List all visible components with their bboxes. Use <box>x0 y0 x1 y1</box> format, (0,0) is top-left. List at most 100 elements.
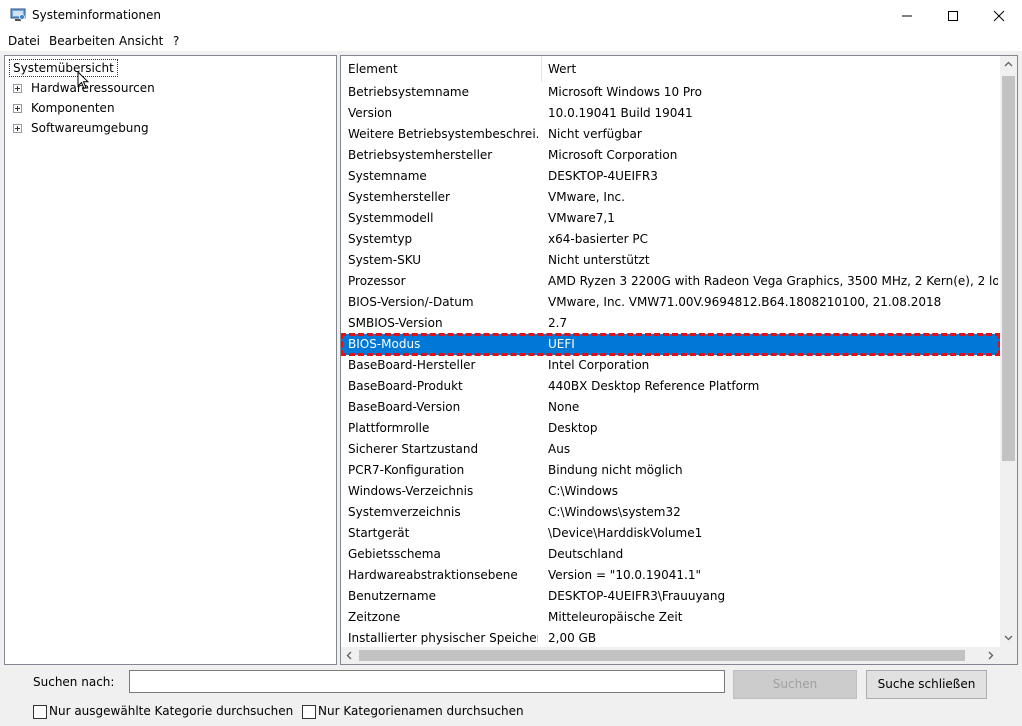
table-row[interactable]: Benutzername DESKTOP-4UEIFR3\Frauuyang <box>341 586 1000 607</box>
row-value: 2.7 <box>548 316 568 330</box>
close-search-button[interactable]: Suche schließen <box>866 670 987 699</box>
menu-bearbeiten[interactable]: Bearbeiten <box>49 34 115 48</box>
row-value: DESKTOP-4UEIFR3 <box>548 169 658 183</box>
row-element: Benutzername <box>348 589 436 603</box>
vertical-scrollbar[interactable] <box>1000 56 1017 647</box>
table-row[interactable]: Prozessor AMD Ryzen 3 2200G with Radeon V… <box>341 271 1000 292</box>
checkbox-label[interactable]: Nur Kategorienamen durchsuchen <box>318 704 524 718</box>
close-icon <box>993 10 1005 22</box>
tree-item-label: Komponenten <box>31 101 115 115</box>
row-value: Nicht verfügbar <box>548 127 642 141</box>
row-element: Betriebsystemname <box>348 85 470 99</box>
table-row[interactable]: Systemtyp x64-basierter PC <box>341 229 1000 250</box>
table-row[interactable]: Plattformrolle Desktop <box>341 418 1000 439</box>
row-element: PCR7-Konfiguration <box>348 463 465 477</box>
row-element: BIOS-Modus <box>348 337 421 351</box>
table-row[interactable]: Hardwareabstraktionsebene Version = "10.0… <box>341 565 1000 586</box>
table-row[interactable]: Sicherer Startzustand Aus <box>341 439 1000 460</box>
row-element: Systemmodell <box>348 211 434 225</box>
search-input[interactable] <box>129 670 725 693</box>
table-row[interactable]: System-SKU Nicht unterstützt <box>341 250 1000 271</box>
table-row[interactable]: Windows-Verzeichnis C:\Windows <box>341 481 1000 502</box>
table-row[interactable]: Version 10.0.19041 Build 19041 <box>341 103 1000 124</box>
table-row[interactable]: BaseBoard-Produkt 440BX Desktop Reference… <box>341 376 1000 397</box>
column-header-element[interactable]: Element <box>348 62 398 76</box>
tree-item-label: Hardwareressourcen <box>31 81 155 95</box>
table-row[interactable]: PCR7-Konfiguration Bindung nicht möglich <box>341 460 1000 481</box>
checkbox-box[interactable] <box>33 705 47 719</box>
scroll-down-icon[interactable] <box>1004 635 1013 641</box>
search-button[interactable]: Suchen <box>733 670 857 699</box>
search-label: Suchen nach: <box>33 675 115 689</box>
row-element: Gebietsschema <box>348 547 441 561</box>
expand-plus-icon[interactable] <box>13 124 22 133</box>
row-value: C:\Windows <box>548 484 619 498</box>
row-element: Zeitzone <box>348 610 401 624</box>
row-element: Plattformrolle <box>348 421 430 435</box>
row-value: None <box>548 400 580 414</box>
checkbox-label[interactable]: Nur ausgewählte Kategorie durchsuchen <box>49 704 293 718</box>
row-element: SMBIOS-Version <box>348 316 443 330</box>
tree-item-systemuebersicht[interactable]: Systemübersicht <box>9 59 118 77</box>
table-row[interactable]: Weitere Betriebsystembeschrei... Nicht ve… <box>341 124 1000 145</box>
table-row[interactable]: Betriebsystemname Microsoft Windows 10 Pr… <box>341 82 1000 103</box>
column-header-value[interactable]: Wert <box>548 62 576 76</box>
expand-plus-icon[interactable] <box>13 84 22 93</box>
row-value: Microsoft Corporation <box>548 148 678 162</box>
checkbox-box[interactable] <box>302 705 316 719</box>
row-element: Hardwareabstraktionsebene <box>348 568 518 582</box>
title-bar: Systeminformationen <box>0 0 1022 31</box>
maximize-button[interactable] <box>930 0 976 31</box>
row-value: Bindung nicht möglich <box>548 463 683 477</box>
row-element: Systemname <box>348 169 427 183</box>
row-element: Systemtyp <box>348 232 413 246</box>
table-row[interactable]: Systemname DESKTOP-4UEIFR3 <box>341 166 1000 187</box>
row-value: Desktop <box>548 421 598 435</box>
scroll-left-icon[interactable] <box>346 651 352 660</box>
menu-help[interactable]: ? <box>173 34 179 48</box>
horizontal-scroll-thumb[interactable] <box>359 650 965 661</box>
row-element: BaseBoard-Version <box>348 400 461 414</box>
menu-bar: Datei Bearbeiten Ansicht ? <box>0 31 1022 51</box>
row-element: BaseBoard-Hersteller <box>348 358 476 372</box>
menu-ansicht[interactable]: Ansicht <box>119 34 163 48</box>
maximize-icon <box>948 11 958 21</box>
table-row[interactable]: Systemhersteller VMware, Inc. <box>341 187 1000 208</box>
table-row[interactable]: Betriebsystemhersteller Microsoft Corpora… <box>341 145 1000 166</box>
row-value: 440BX Desktop Reference Platform <box>548 379 760 393</box>
row-value: AMD Ryzen 3 2200G with Radeon Vega Graph… <box>548 274 998 288</box>
row-element: BIOS-Version/-Datum <box>348 295 474 309</box>
table-row[interactable]: SMBIOS-Version 2.7 <box>341 313 1000 334</box>
table-row[interactable]: Systemmodell VMware7,1 <box>341 208 1000 229</box>
row-element: BaseBoard-Produkt <box>348 379 463 393</box>
table-row[interactable]: Startgerät \Device\HarddiskVolume1 <box>341 523 1000 544</box>
close-button[interactable] <box>976 0 1022 31</box>
column-divider[interactable] <box>541 56 542 82</box>
table-row[interactable]: Installierter physischer Speicher... 2,00… <box>341 628 1000 649</box>
table-row[interactable]: BaseBoard-Hersteller Intel Corporation <box>341 355 1000 376</box>
table-row[interactable]: BIOS-Modus UEFI <box>341 333 1001 356</box>
expand-plus-icon[interactable] <box>13 104 22 113</box>
row-value: VMware7,1 <box>548 211 615 225</box>
row-element: Installierter physischer Speicher... <box>348 631 538 645</box>
vertical-scroll-thumb[interactable] <box>1002 76 1015 461</box>
table-row[interactable]: BIOS-Version/-Datum VMware, Inc. VMW71.00… <box>341 292 1000 313</box>
scroll-up-icon[interactable] <box>1004 61 1013 67</box>
menu-datei[interactable]: Datei <box>8 34 40 48</box>
row-value: Intel Corporation <box>548 358 650 372</box>
row-element: Sicherer Startzustand <box>348 442 479 456</box>
table-row[interactable]: Systemverzeichnis C:\Windows\system32 <box>341 502 1000 523</box>
category-tree[interactable]: Systemübersicht Hardwareressourcen Kompo… <box>4 55 337 665</box>
details-list[interactable]: Element Wert Betriebsystemname Microsoft … <box>340 55 1018 665</box>
list-header: Element Wert <box>341 56 1000 82</box>
table-row[interactable]: BaseBoard-Version None <box>341 397 1000 418</box>
row-element: Weitere Betriebsystembeschrei... <box>348 127 538 141</box>
table-row[interactable]: Zeitzone Mitteleuropäische Zeit <box>341 607 1000 628</box>
tree-item-label: Softwareumgebung <box>31 121 149 135</box>
system-info-icon <box>10 8 26 21</box>
row-value: Aus <box>548 442 571 456</box>
table-row[interactable]: Gebietsschema Deutschland <box>341 544 1000 565</box>
scroll-right-icon[interactable] <box>988 651 994 660</box>
minimize-button[interactable] <box>884 0 930 31</box>
horizontal-scrollbar[interactable] <box>341 647 1000 664</box>
